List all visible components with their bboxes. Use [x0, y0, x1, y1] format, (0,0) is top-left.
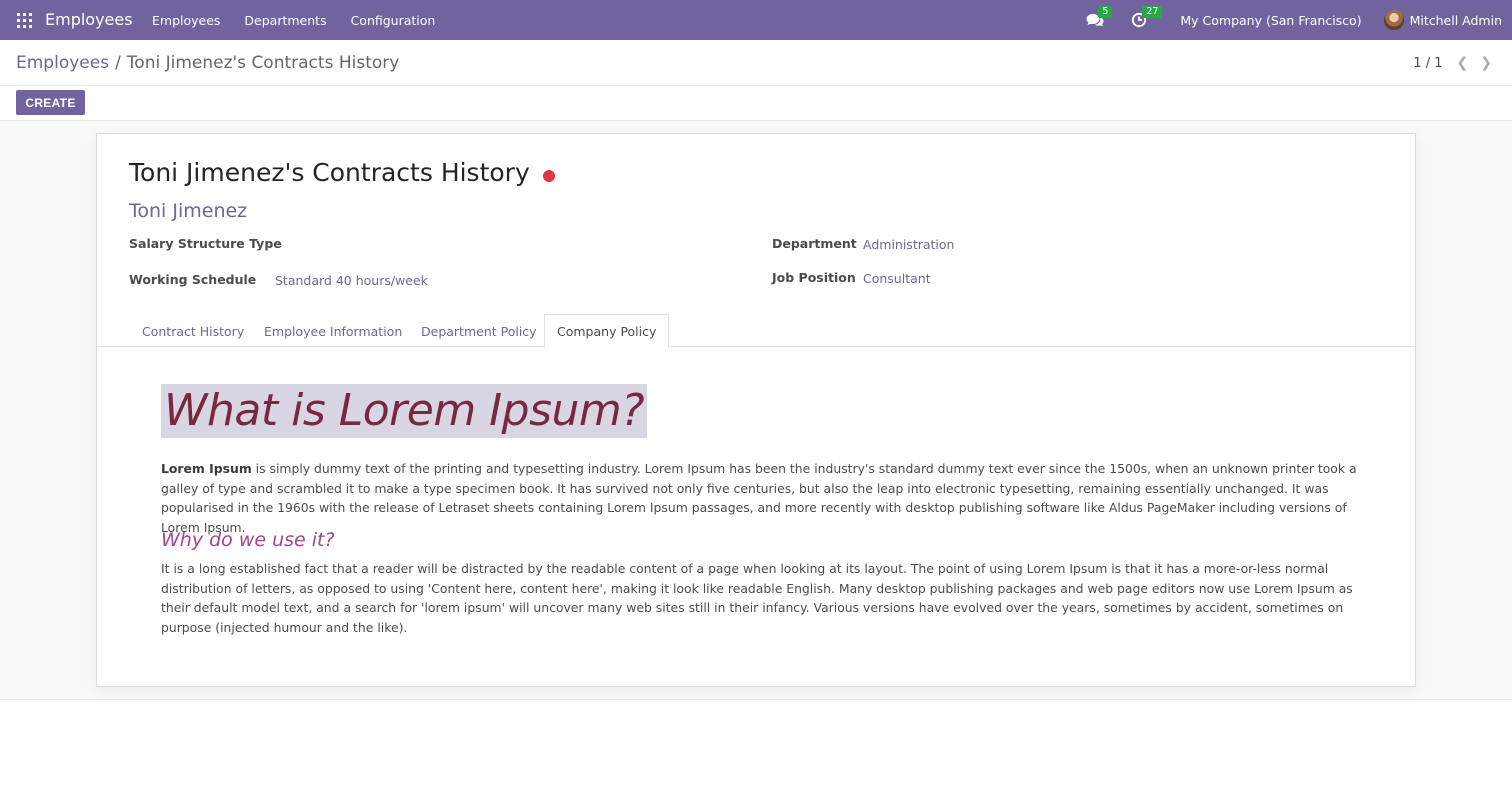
top-navbar: Employees Employees Departments Configur… — [0, 0, 1512, 40]
menu-item-configuration[interactable]: Configuration — [351, 13, 436, 28]
policy-paragraph-1-text: is simply dummy text of the printing and… — [161, 461, 1357, 535]
job-position-label: Job Position — [772, 270, 856, 285]
activities-button[interactable]: 27 — [1128, 6, 1163, 31]
main-menu: Employees Departments Configuration — [152, 13, 435, 28]
apps-menu-icon[interactable] — [17, 13, 32, 28]
pager: 1 / 1 ❮ ❯ — [1413, 55, 1492, 71]
breadcrumb-employees-link[interactable]: Employees — [16, 53, 109, 73]
policy-subheading[interactable]: Why do we use it? — [161, 529, 335, 551]
tab-employee-information[interactable]: Employee Information — [264, 324, 402, 339]
kanban-state-dot[interactable] — [542, 169, 555, 182]
notebook-tabs: Contract History Employee Information De… — [97, 314, 1415, 348]
breadcrumb-separator: / — [115, 53, 121, 73]
policy-paragraph-1-bold: Lorem Ipsum — [161, 461, 252, 476]
policy-paragraph-2[interactable]: It is a long established fact that a rea… — [161, 559, 1361, 637]
record-title-text: Toni Jimenez's Contracts History — [129, 158, 530, 187]
user-menu[interactable]: Mitchell Admin — [1410, 13, 1502, 28]
record-title: Toni Jimenez's Contracts History — [129, 158, 555, 187]
pager-next-icon[interactable]: ❯ — [1480, 55, 1492, 71]
policy-heading-selection[interactable]: What is Lorem Ipsum? — [161, 384, 648, 438]
navbar-systray: 5 27 My Company (San Francisco) Mitchell… — [1084, 0, 1512, 40]
breadcrumb-current: Toni Jimenez's Contracts History — [126, 53, 400, 73]
app-brand[interactable]: Employees — [45, 10, 133, 29]
policy-paragraph-1[interactable]: Lorem Ipsum is simply dummy text of the … — [161, 459, 1361, 537]
company-switcher[interactable]: My Company (San Francisco) — [1180, 13, 1361, 28]
form-sheet: Toni Jimenez's Contracts History Toni Ji… — [96, 133, 1416, 687]
messages-count-badge: 5 — [1098, 6, 1113, 18]
menu-item-departments[interactable]: Departments — [244, 13, 326, 28]
control-divider — [0, 85, 1512, 86]
policy-heading[interactable]: What is Lorem Ipsum? — [164, 384, 645, 438]
salary-structure-type-label: Salary Structure Type — [129, 236, 282, 251]
user-avatar[interactable] — [1383, 10, 1404, 30]
tab-contract-history[interactable]: Contract History — [142, 324, 244, 339]
breadcrumb: Employees / Toni Jimenez's Contracts His… — [16, 53, 399, 73]
pager-value[interactable]: 1 / 1 — [1413, 56, 1442, 71]
control-panel: Employees / Toni Jimenez's Contracts His… — [0, 40, 1512, 121]
form-view: Toni Jimenez's Contracts History Toni Ji… — [0, 121, 1512, 700]
job-position-field[interactable]: Consultant — [863, 271, 931, 286]
activities-count-badge: 27 — [1142, 6, 1163, 18]
tab-department-policy[interactable]: Department Policy — [421, 324, 537, 339]
create-button[interactable]: CREATE — [16, 90, 85, 115]
working-schedule-field[interactable]: Standard 40 hours/week — [275, 273, 428, 288]
messages-button[interactable]: 5 — [1084, 6, 1113, 31]
menu-item-employees[interactable]: Employees — [152, 13, 220, 28]
tab-company-policy[interactable]: Company Policy — [544, 314, 670, 348]
department-label: Department — [772, 236, 857, 251]
pager-previous-icon[interactable]: ❮ — [1457, 55, 1469, 71]
employee-link[interactable]: Toni Jimenez — [129, 200, 247, 222]
working-schedule-label: Working Schedule — [129, 272, 257, 287]
department-field[interactable]: Administration — [863, 237, 954, 252]
